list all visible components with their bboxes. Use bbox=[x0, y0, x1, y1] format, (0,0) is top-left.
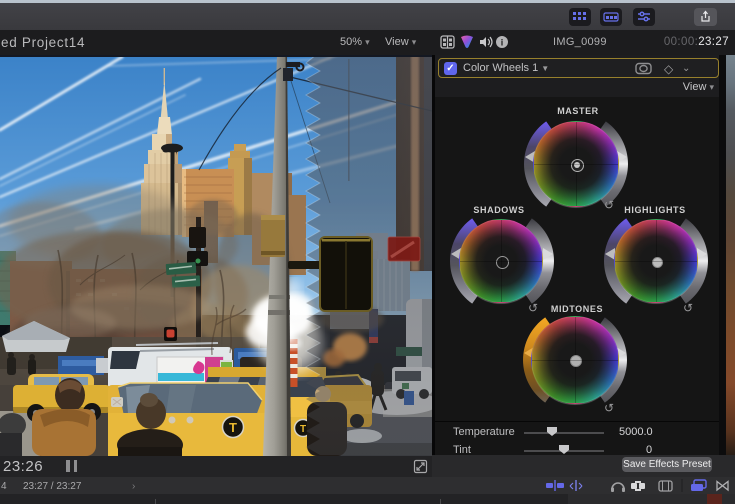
svg-text:T: T bbox=[229, 420, 237, 435]
svg-text:i: i bbox=[501, 38, 504, 48]
svg-text:T: T bbox=[300, 424, 306, 435]
